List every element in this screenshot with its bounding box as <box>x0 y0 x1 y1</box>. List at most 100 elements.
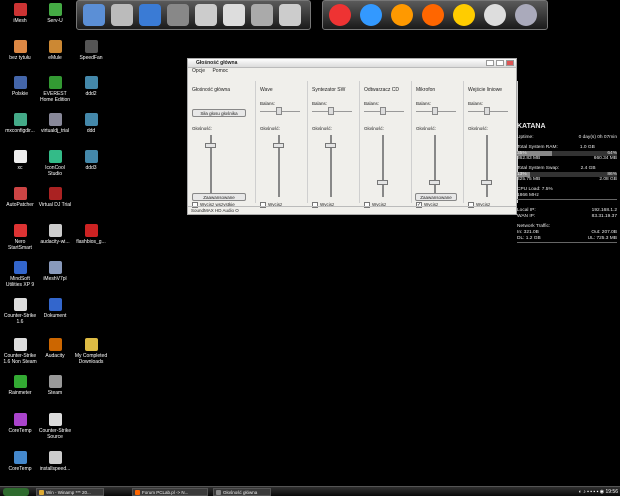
desktop-icon-my-completed-downloads[interactable]: My Completed Downloads <box>74 338 108 365</box>
channel-title: Wejście liniowe <box>468 87 503 93</box>
burn-icon[interactable] <box>329 4 351 26</box>
volume-slider[interactable] <box>273 143 284 148</box>
desktop-icon-audacity-wi[interactable]: audacity-wi... <box>38 224 72 245</box>
desktop-icon-steam[interactable]: Steam <box>38 375 72 396</box>
desktop-icon-label: ddd <box>86 128 96 134</box>
desktop-icon-coretemp[interactable]: CoreTemp <box>3 451 37 472</box>
wan-ip-label: WAN IP: <box>517 214 536 219</box>
minimize-button[interactable] <box>486 60 494 66</box>
balance-slider[interactable] <box>276 107 282 115</box>
music-icon[interactable] <box>223 4 245 26</box>
ram-value: 1.0 GB <box>579 145 595 150</box>
desktop-icon-emule[interactable]: eMule <box>38 40 72 61</box>
desktop-icon-serv-u[interactable]: Serv-U <box>38 3 72 24</box>
media-player-icon[interactable] <box>360 4 382 26</box>
desktop-icon-everest-home-edition[interactable]: EVEREST Home Edition <box>38 76 72 103</box>
advanced-button[interactable]: Zaawansowane <box>192 193 246 201</box>
desktop-icon-imeshv7pl[interactable]: iMeshV7pl <box>38 261 72 282</box>
menu-opcje[interactable]: Opcje <box>192 68 205 74</box>
volume-slider[interactable] <box>325 143 336 148</box>
desktop-icon-label: Dokument <box>43 313 67 319</box>
net-dl: DL: 1.2 GB <box>517 236 541 241</box>
taskbar-item-win-winamp-20[interactable]: Win - Winamp *** 20... <box>36 488 104 496</box>
menu-pomoc[interactable]: Pomoc <box>212 68 228 74</box>
desktop-icon-ddd3[interactable]: ddd3 <box>74 150 108 171</box>
volume-slider[interactable] <box>377 180 388 185</box>
speaker-volume-button[interactable]: Siła głosu głośnika <box>192 109 246 117</box>
app-icon <box>13 187 27 200</box>
desktop-icon-counter-strike-source[interactable]: Counter-Strike Source <box>38 413 72 440</box>
desktop-icon-ddd2[interactable]: ddd2 <box>74 76 108 97</box>
app-icon <box>13 261 27 274</box>
firefox-icon[interactable] <box>422 4 444 26</box>
files-icon[interactable] <box>279 4 301 26</box>
desktop-icon-label: ddd2 <box>85 91 97 97</box>
clock: 19:56 <box>605 489 618 495</box>
window-titlebar[interactable]: Głośność główna <box>188 59 516 68</box>
volume-slider[interactable] <box>481 180 492 185</box>
desktop-icon-nero-startsmart[interactable]: Nero StartSmart <box>3 224 37 251</box>
documents-icon[interactable] <box>195 4 217 26</box>
net-ul: UL: 725.3 MB <box>587 236 617 241</box>
volume-track <box>434 135 436 197</box>
taskbar-item-forum-pclab-pl-n[interactable]: Forum PCLab.pl -> N... <box>132 488 208 496</box>
ram-used: 362.83 MB <box>517 156 541 161</box>
menu-bar: Opcje Pomoc <box>188 68 516 75</box>
balance-slider[interactable] <box>484 107 490 115</box>
drive-icon[interactable] <box>111 4 133 26</box>
app-icon <box>84 76 98 89</box>
desktop-icon-imesh[interactable]: iMesh <box>3 3 37 24</box>
desktop-icon-audacity[interactable]: Audacity <box>38 338 72 359</box>
mail-icon[interactable] <box>484 4 506 26</box>
close-button[interactable] <box>506 60 514 66</box>
network-icon[interactable] <box>167 4 189 26</box>
recycle-bin-icon[interactable] <box>515 4 537 26</box>
phone-icon[interactable] <box>251 4 273 26</box>
app-icon <box>13 113 27 126</box>
balance-slider[interactable] <box>328 107 334 115</box>
desktop-icon-label: bez tytułu <box>9 55 31 61</box>
taskbar-item-label: Win - Winamp *** 20... <box>46 490 91 495</box>
desktop-icon-dokument[interactable]: Dokument <box>38 298 72 319</box>
balance-slider[interactable] <box>380 107 386 115</box>
desktop-icon-rainmeter[interactable]: Rainmeter <box>3 375 37 396</box>
desktop-icon-flashbios-g[interactable]: flashbios_g... <box>74 224 108 245</box>
hostname: KATANA <box>517 123 546 130</box>
desktop-icon-iconcool-studio[interactable]: IconCool Studio <box>38 150 72 177</box>
swap-used: 325.75 MB <box>517 177 541 182</box>
desktop-icon-label: IconCool Studio <box>45 165 65 177</box>
desktop-icon-coretemp[interactable]: CoreTemp <box>3 413 37 434</box>
desktop-icon-speedfan[interactable]: SpeedFan <box>74 40 108 61</box>
taskbar-item-label: Forum PCLab.pl -> N... <box>142 490 189 495</box>
app-icon <box>48 413 62 426</box>
desktop-icon-label: Virtual DJ Trial <box>38 202 72 208</box>
desktop-icon-mindsoft-utilities-xp-9[interactable]: MindSoft Utilities XP 9 <box>3 261 37 288</box>
tray-icons[interactable]: ◐ ♪ ▪ ▪ ▪ ▪ ◉ <box>579 489 606 495</box>
balance-slider[interactable] <box>432 107 438 115</box>
volume-slider[interactable] <box>205 143 216 148</box>
desktop-icon-counter-strike-1-6[interactable]: Counter-Strike 1.6 <box>3 298 37 325</box>
desktop-icon-counter-strike-1-6-non-steam[interactable]: Counter-Strike 1.6 Non Steam <box>3 338 37 365</box>
maximize-button[interactable] <box>496 60 504 66</box>
mic-advanced-button[interactable]: Zaawansowane <box>415 193 457 201</box>
desktop-icon-bez-tytu-u[interactable]: bez tytułu <box>3 40 37 61</box>
desktop-icon-virtual-dj-trial[interactable]: Virtual DJ Trial <box>38 187 72 208</box>
desktop-icon-mxconfigdir[interactable]: mxconfigdir... <box>3 113 37 134</box>
app-icon <box>48 338 62 351</box>
start-button[interactable] <box>3 488 29 496</box>
volume-label: Głośność: <box>364 126 385 131</box>
home-icon[interactable] <box>139 4 161 26</box>
desktop-icon-polskie[interactable]: Polskie <box>3 76 37 97</box>
desktop-icon-virtualdj-trial[interactable]: virtualdj_trial <box>38 113 72 134</box>
desktop-icon-autopatcher[interactable]: AutoPatcher <box>3 187 37 208</box>
taskbar-item-g-o-no-g-wna[interactable]: Głośność główna <box>213 488 271 496</box>
app-icon <box>84 113 98 126</box>
desktop-icon-installspeed[interactable]: installspeed... <box>38 451 72 472</box>
balance-label: Balans: <box>364 101 380 106</box>
flash-icon[interactable] <box>391 4 413 26</box>
smiley-icon[interactable] <box>453 4 475 26</box>
desktop-icon-xc[interactable]: xc <box>3 150 37 171</box>
volume-slider[interactable] <box>429 180 440 185</box>
computer-icon[interactable] <box>83 4 105 26</box>
desktop-icon-ddd[interactable]: ddd <box>74 113 108 134</box>
